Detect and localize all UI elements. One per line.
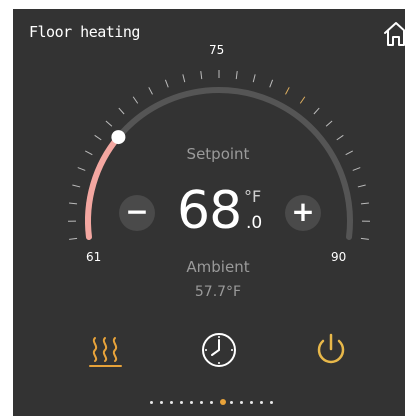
page-dot[interactable] [150,401,153,404]
heat-waves-icon [89,337,122,367]
dial-tick [285,87,290,95]
page-dot[interactable] [160,401,163,404]
dial-mid-label: 75 [209,43,225,57]
page-indicator [150,398,290,408]
page-dot[interactable] [240,401,243,404]
dial-tick [94,134,102,141]
page-dot[interactable] [270,401,273,404]
dial-max-label: 90 [331,250,347,264]
dial-tick [118,107,125,115]
page-dot[interactable] [230,401,233,404]
dial-tick [200,71,203,80]
plus-icon: + [291,195,315,228]
page-dot[interactable] [190,401,193,404]
ambient-label: Ambient [186,258,250,276]
dial-tick [105,120,113,127]
minus-icon: − [125,195,149,228]
dial-tick [164,79,169,88]
dial-tick [336,134,344,141]
dial-tick [235,71,238,80]
dial-tick [148,87,153,95]
dial-tick [360,202,369,205]
dial-tick [72,184,81,188]
dial-tick [69,237,78,240]
heat-mode-button[interactable] [85,329,127,371]
power-icon [317,333,345,364]
dial-tick [357,184,366,188]
ambient-value: 57.7°F [194,284,242,300]
dial-tick [345,150,353,156]
dial-tick [85,150,93,156]
page-dot[interactable] [200,401,203,404]
decrease-button[interactable]: − [119,195,155,231]
power-button[interactable] [310,329,352,371]
page-dot[interactable] [170,401,173,404]
page-dot[interactable] [180,401,183,404]
page-dot[interactable] [210,401,213,404]
dial-tick [299,96,306,104]
dial-tick [69,202,78,205]
page-dot[interactable] [250,401,253,404]
thermostat-panel: Floor heating 75 61 90 Setpoint − 68 °F … [13,9,405,416]
dial-tick [132,96,139,104]
setpoint-unit: °F [244,187,262,206]
dial-tick [77,167,86,171]
page-dot-active[interactable] [220,399,226,405]
clock-icon [202,333,236,367]
dial-tick [313,107,320,115]
dial-tick [325,120,333,127]
setpoint-label: Setpoint [186,145,250,163]
setpoint-value: 68 [177,181,242,241]
dial-min-label: 61 [86,250,102,264]
dial-tick [360,237,369,240]
increase-button[interactable]: + [285,195,321,231]
page-dot[interactable] [260,401,263,404]
dial-tick [352,167,361,171]
dial-active-arc [85,134,122,240]
dial-tick [252,74,256,83]
schedule-button[interactable] [198,329,240,371]
dial-knob[interactable] [111,130,126,145]
setpoint-decimal: .0 [246,213,263,233]
dial-tick [182,74,186,83]
dial-tick [269,79,274,88]
